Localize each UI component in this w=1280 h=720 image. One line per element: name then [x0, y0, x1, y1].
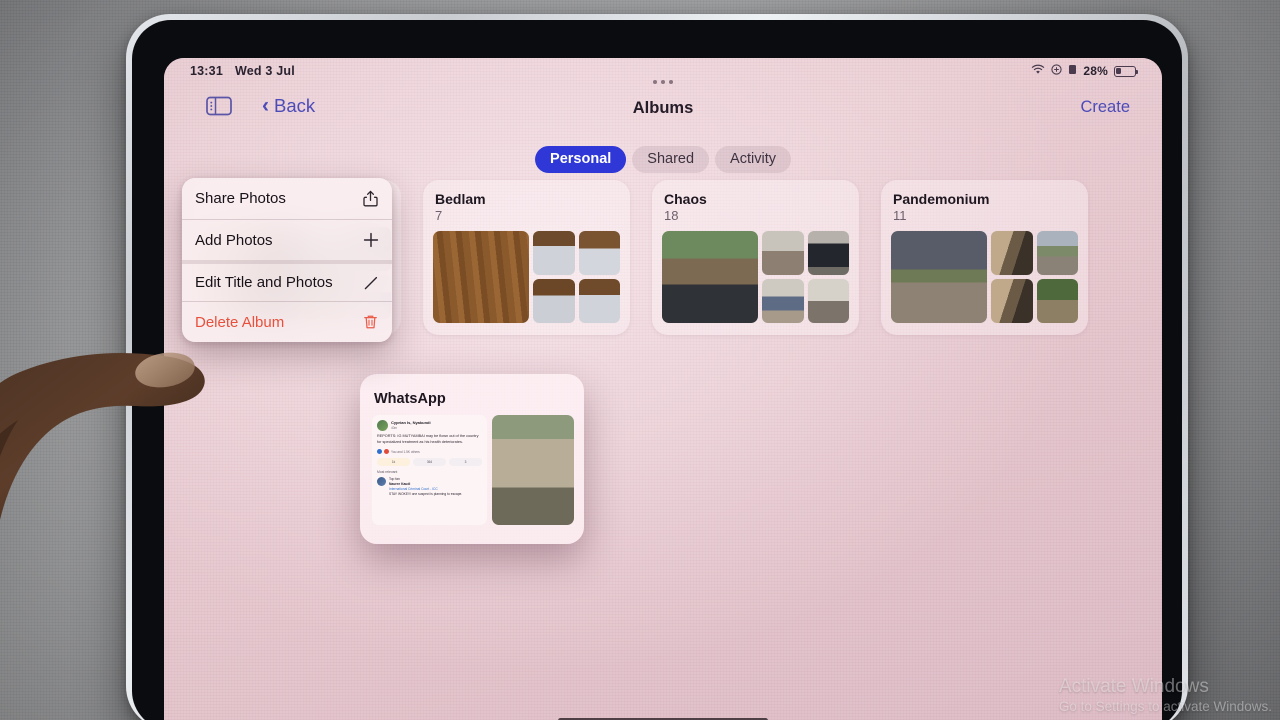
- battery-percent: 28%: [1083, 64, 1108, 78]
- album-title: WhatsApp: [374, 391, 446, 407]
- reactions-text: You and 1.5K others: [391, 449, 420, 454]
- post-comment: Top fan Nauree Kaudi International Crimi…: [377, 477, 482, 497]
- menu-item-delete-album[interactable]: Delete Album: [182, 301, 392, 342]
- menu-item-edit-title-and-photos[interactable]: Edit Title and Photos: [182, 260, 392, 301]
- tab-personal[interactable]: Personal: [535, 146, 627, 173]
- album-card-pandemonium[interactable]: Pandemonium 11: [881, 180, 1088, 335]
- plus-icon: [362, 232, 379, 249]
- menu-item-share-photos[interactable]: Share Photos: [182, 178, 392, 219]
- wifi-icon: [1031, 64, 1045, 78]
- post-meta: 40m: [391, 425, 398, 430]
- alarm-icon: [1068, 64, 1077, 78]
- share-icon: [362, 190, 379, 207]
- context-menu: Share Photos Add Photos Edit Title and P…: [182, 178, 392, 342]
- trash-icon: [362, 314, 379, 331]
- album-title: Chaos: [664, 191, 707, 207]
- battery-icon: [1114, 65, 1139, 77]
- reaction-count-chip: 1k: [377, 458, 410, 466]
- tab-shared[interactable]: Shared: [632, 146, 710, 173]
- album-card-bedlam[interactable]: Bedlam 7: [423, 180, 630, 335]
- status-date: Wed 3 Jul: [234, 64, 295, 78]
- album-thumbnail: [807, 231, 849, 275]
- status-time: 13:31: [190, 64, 223, 78]
- chevron-left-icon: ‹: [262, 93, 269, 117]
- comment-author: Nauree Kaudi: [389, 481, 411, 486]
- post-text: REPORTS: IG MUTYAMBAI may be flown out o…: [377, 434, 479, 444]
- menu-item-label: Delete Album: [195, 313, 285, 331]
- album-thumbnail: [1036, 231, 1078, 275]
- pencil-icon: [362, 274, 379, 291]
- album-thumbnail: [533, 279, 575, 323]
- share-count-chip: 3: [449, 458, 482, 466]
- post-action-chips: 1k 364 3: [377, 458, 482, 466]
- album-thumbnail-grid: [991, 231, 1078, 323]
- location-icon: [1051, 64, 1063, 78]
- album-thumbnails: [433, 231, 620, 323]
- album-thumbnail-grid: [762, 231, 849, 323]
- menu-item-label: Edit Title and Photos: [195, 274, 333, 291]
- back-button[interactable]: ‹ Back: [262, 95, 315, 117]
- album-thumbnail-primary: [433, 231, 529, 323]
- album-thumbnail-primary: [891, 231, 987, 323]
- album-thumbnail: [991, 231, 1033, 275]
- comment-link: International Criminal Court - ICC: [389, 486, 438, 491]
- battery-fill: [1116, 67, 1122, 75]
- comment-badge: Top fan: [389, 477, 400, 481]
- album-thumbnails: Cyprian Is, Nyakundi 40m REPORTS: IG MUT…: [372, 415, 574, 525]
- avatar: [377, 477, 386, 486]
- album-thumbnail: [807, 279, 849, 323]
- menu-item-label: Share Photos: [195, 190, 286, 207]
- sort-label: Most relevant: [377, 470, 398, 474]
- like-icon: [377, 449, 382, 454]
- heart-icon: [384, 449, 389, 454]
- tablet-bezel: 13:31 Wed 3 Jul 28% ‹ Back Albums Create…: [132, 20, 1182, 720]
- tab-activity[interactable]: Activity: [715, 146, 791, 173]
- album-thumbnails: [662, 231, 849, 323]
- avatar: [377, 420, 388, 431]
- album-count: 11: [893, 208, 907, 223]
- create-button[interactable]: Create: [1080, 98, 1130, 117]
- album-card-whatsapp-selected[interactable]: WhatsApp Cyprian Is, Nyakundi 40m REPORT…: [360, 374, 584, 544]
- status-bar-left: 13:31 Wed 3 Jul: [190, 64, 295, 78]
- page-title: Albums: [632, 99, 694, 117]
- album-thumbnail-primary: [662, 231, 758, 323]
- album-count: 7: [435, 208, 443, 223]
- status-bar-right: 28%: [1031, 64, 1139, 78]
- sidebar-toggle-icon[interactable]: [206, 96, 232, 116]
- menu-item-label: Add Photos: [195, 231, 273, 249]
- menu-item-add-photos[interactable]: Add Photos: [182, 219, 392, 260]
- album-count: 18: [664, 208, 679, 223]
- album-thumbnail: [533, 231, 575, 275]
- album-thumbnails: [891, 231, 1078, 323]
- album-card-chaos[interactable]: Chaos 18: [652, 180, 859, 335]
- album-title: Bedlam: [435, 191, 486, 207]
- navigation-bar: ‹ Back Albums Create: [164, 80, 1162, 136]
- album-thumbnail: [1036, 279, 1078, 323]
- tablet-screen: 13:31 Wed 3 Jul 28% ‹ Back Albums Create…: [164, 58, 1162, 720]
- post-header: Cyprian Is, Nyakundi 40m: [377, 420, 482, 431]
- album-thumbnail-photo: [491, 415, 574, 525]
- album-thumbnail: [762, 231, 804, 275]
- grabber-dots-icon[interactable]: [653, 80, 673, 84]
- tablet-device: 13:31 Wed 3 Jul 28% ‹ Back Albums Create…: [126, 14, 1188, 720]
- album-title: Pandemonium: [893, 191, 990, 207]
- album-thumbnail-grid: [533, 231, 620, 323]
- post-reactions: You and 1.5K others: [377, 449, 482, 454]
- segmented-control: Personal Shared Activity: [535, 146, 791, 173]
- post-author: Cyprian Is, Nyakundi: [391, 420, 431, 426]
- album-thumbnail: [762, 279, 804, 323]
- album-thumbnail: [578, 231, 620, 275]
- album-thumbnail-social-post: Cyprian Is, Nyakundi 40m REPORTS: IG MUT…: [372, 415, 487, 525]
- album-thumbnail: [578, 279, 620, 323]
- album-thumbnail: [991, 279, 1033, 323]
- back-button-label: Back: [274, 95, 316, 116]
- comment-text: STAY WOKE!!! one suspect is planning to …: [389, 491, 463, 496]
- comment-count-chip: 364: [413, 458, 446, 466]
